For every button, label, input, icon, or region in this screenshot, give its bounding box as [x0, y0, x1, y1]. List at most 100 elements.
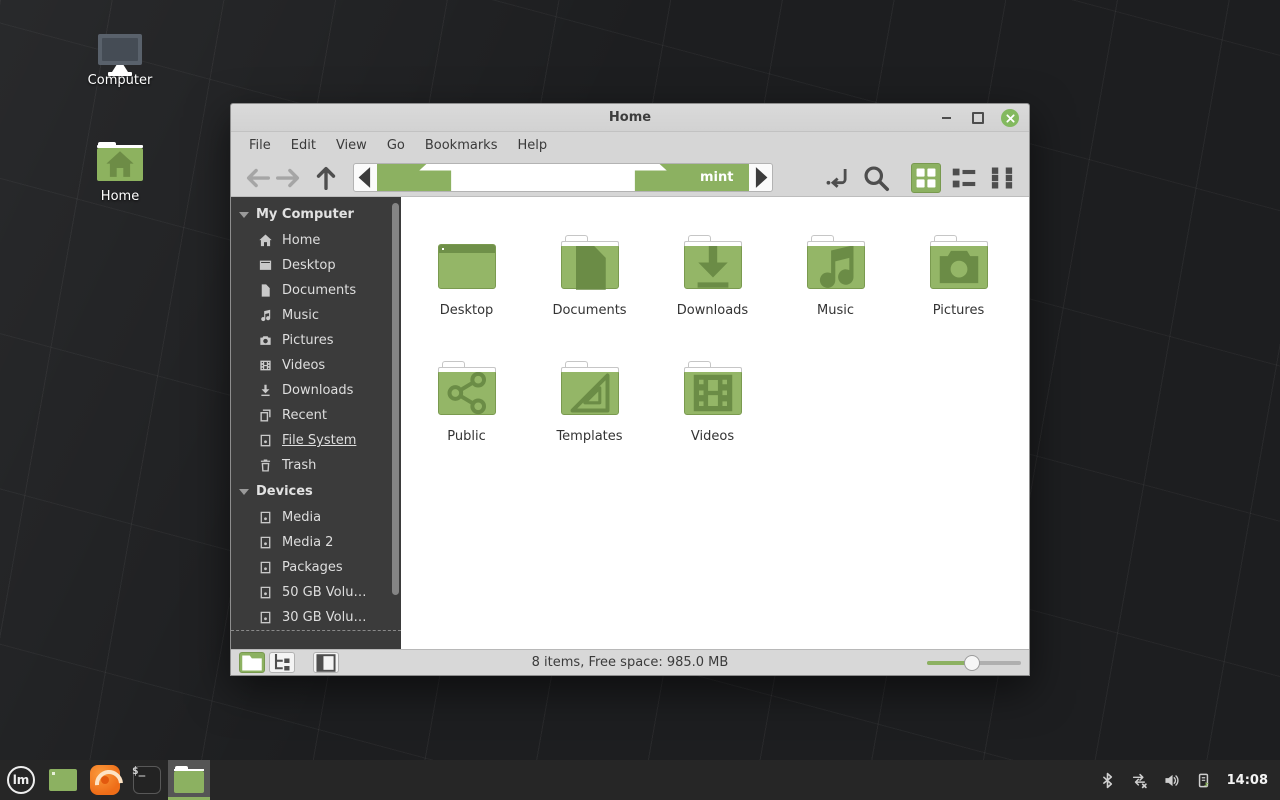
- volume-icon[interactable]: [1163, 772, 1180, 789]
- sidebar-item[interactable]: Trash: [231, 453, 401, 478]
- file-item[interactable]: Templates: [528, 343, 651, 469]
- sidebar-item[interactable]: Documents: [231, 278, 401, 303]
- file-manager-window: Home File Edit View Go Bookmarks Help mint: [230, 103, 1030, 676]
- share-icon: [439, 365, 495, 421]
- sidebar-item[interactable]: Pictures: [231, 328, 401, 353]
- bluetooth-icon[interactable]: [1099, 772, 1116, 789]
- grid-view-button[interactable]: [911, 162, 941, 193]
- sidebar-section-header[interactable]: Devices: [231, 478, 401, 505]
- folder-icon: [560, 235, 619, 290]
- home-icon: [393, 164, 693, 191]
- sidebar-item[interactable]: Media 2: [231, 530, 401, 555]
- sidebar-scrollbar[interactable]: [392, 203, 399, 641]
- folder-icon: [437, 244, 496, 289]
- sidebar-item[interactable]: Media: [231, 505, 401, 530]
- battery-icon[interactable]: [1195, 772, 1212, 789]
- compact-view-button[interactable]: [987, 163, 1017, 193]
- drive-icon: [258, 610, 273, 625]
- location-entry-button[interactable]: [823, 163, 853, 193]
- sidebar-item[interactable]: Home: [231, 228, 401, 253]
- sidebar-item[interactable]: Desktop: [231, 253, 401, 278]
- music-icon: [808, 239, 864, 295]
- chev-right-icon: [749, 166, 772, 189]
- menu-item[interactable]: Edit: [281, 134, 326, 157]
- sidebar-item[interactable]: Music: [231, 303, 401, 328]
- file-item[interactable]: Pictures: [897, 217, 1020, 343]
- breadcrumb-current[interactable]: mint: [377, 164, 750, 191]
- sidebar-item[interactable]: Downloads: [231, 378, 401, 403]
- drive-icon: [258, 585, 273, 600]
- menu-item[interactable]: View: [326, 134, 377, 157]
- show-places-button[interactable]: [239, 652, 265, 673]
- folder-icon: [437, 361, 496, 415]
- film-icon: [685, 365, 741, 421]
- taskbar-launcher[interactable]: [42, 760, 84, 800]
- forward-button[interactable]: [273, 163, 303, 193]
- file-item[interactable]: Public: [405, 343, 528, 469]
- sidebar-item[interactable]: Packages: [231, 555, 401, 580]
- close-button[interactable]: [1001, 109, 1019, 127]
- show-treeview-button[interactable]: [269, 652, 295, 673]
- system-tray: 14:08: [1099, 772, 1280, 789]
- clock[interactable]: 14:08: [1227, 773, 1268, 788]
- file-item[interactable]: Music: [774, 217, 897, 343]
- sidebar-item[interactable]: File System: [231, 428, 401, 453]
- music-icon: [258, 308, 273, 323]
- sidebar-item[interactable]: Videos: [231, 353, 401, 378]
- breadcrumb-next-button[interactable]: [749, 164, 772, 191]
- maximize-button[interactable]: [969, 109, 987, 127]
- up-button[interactable]: [311, 163, 341, 193]
- file-item[interactable]: Documents: [528, 217, 651, 343]
- places-icon: [240, 651, 264, 675]
- titlebar[interactable]: Home: [231, 104, 1029, 132]
- taskbar-launcher[interactable]: [84, 760, 126, 800]
- taskbar: lm $_ 14:08: [0, 760, 1280, 800]
- search-button[interactable]: [861, 163, 891, 193]
- taskbar-launcher[interactable]: $_: [126, 760, 168, 800]
- menu-item[interactable]: Help: [507, 134, 557, 157]
- list-view-button[interactable]: [949, 163, 979, 193]
- document-icon: [562, 239, 618, 295]
- slider-handle[interactable]: [964, 654, 981, 671]
- sidebar-item[interactable]: Recent: [231, 403, 401, 428]
- window-controls: [937, 104, 1019, 132]
- file-label: Pictures: [932, 303, 985, 318]
- sidebar-item[interactable]: 30 GB Volu…: [231, 605, 401, 631]
- breadcrumb: mint: [353, 163, 774, 192]
- menu-item[interactable]: Bookmarks: [415, 134, 508, 157]
- drive-icon: [258, 510, 273, 525]
- drive-icon: [258, 560, 273, 575]
- desktop-icon-computer[interactable]: Computer: [74, 34, 166, 88]
- file-item[interactable]: Downloads: [651, 217, 774, 343]
- camera-icon: [258, 333, 273, 348]
- compact-icon: [987, 163, 1017, 193]
- location-icon: [823, 163, 853, 193]
- file-grid[interactable]: Desktop Documents Downloads Music Pictur…: [401, 197, 1029, 649]
- back-button[interactable]: [243, 163, 273, 193]
- sidebar-section-header[interactable]: My Computer: [231, 201, 401, 228]
- minimize-button[interactable]: [937, 109, 955, 127]
- breadcrumb-prev-button[interactable]: [354, 164, 377, 191]
- file-item[interactable]: Videos: [651, 343, 774, 469]
- sidebar-item[interactable]: 50 GB Volu…: [231, 580, 401, 605]
- camera-icon: [931, 239, 987, 295]
- network-icon[interactable]: [1131, 772, 1148, 789]
- computer-icon: [98, 34, 142, 76]
- arrow-left-icon: [243, 163, 273, 193]
- taskbar-launcher[interactable]: [168, 760, 210, 800]
- scrollbar-thumb[interactable]: [392, 203, 399, 595]
- desktop-icon-home[interactable]: Home: [74, 138, 166, 204]
- taskbar-launcher[interactable]: lm: [0, 760, 42, 800]
- file-item[interactable]: Desktop: [405, 217, 528, 343]
- list-icon: [949, 163, 979, 193]
- hide-sidebar-button[interactable]: [313, 652, 339, 673]
- home-icon: [97, 148, 143, 181]
- window-body: My Computer Home Desktop Documents Music…: [231, 197, 1029, 649]
- menu-item[interactable]: File: [239, 134, 281, 157]
- sidebar-toggle-icon: [314, 651, 338, 675]
- document-icon: [258, 283, 273, 298]
- breadcrumb-label: mint: [700, 170, 734, 185]
- zoom-slider[interactable]: [927, 654, 1021, 671]
- file-label: Desktop: [439, 303, 494, 318]
- menu-item[interactable]: Go: [377, 134, 415, 157]
